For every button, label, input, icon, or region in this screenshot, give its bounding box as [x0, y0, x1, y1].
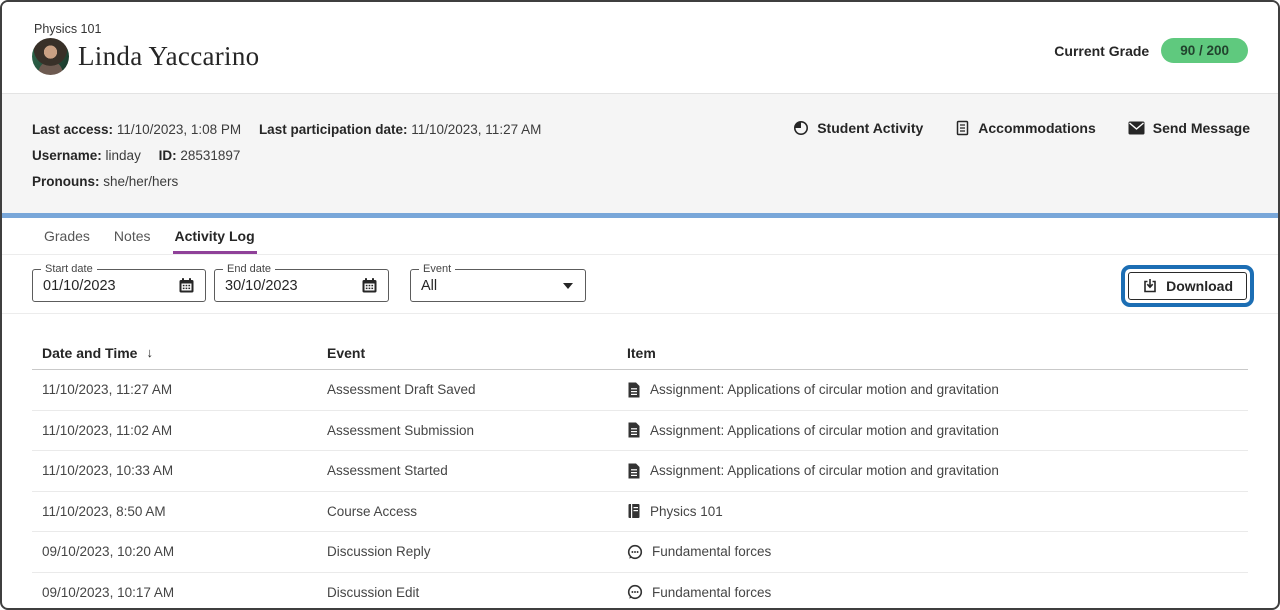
last-access-label: Last access: [32, 122, 113, 137]
row-item-link[interactable]: Fundamental forces [652, 585, 771, 600]
identity-line: Username: linday ID: 28531897 [32, 148, 1278, 163]
row-datetime: 11/10/2023, 10:33 AM [32, 463, 327, 478]
table-row: 09/10/2023, 10:17 AM Discussion Edit Fun… [32, 573, 1248, 609]
student-identity: Linda Yaccarino [32, 38, 259, 75]
current-grade-label: Current Grade [1054, 43, 1149, 59]
row-item-link[interactable]: Fundamental forces [652, 544, 771, 559]
table-row: 11/10/2023, 8:50 AM Course Access Physic… [32, 492, 1248, 533]
chevron-down-icon [563, 283, 575, 289]
column-header-event: Event [327, 345, 627, 361]
row-item-link[interactable]: Assignment: Applications of circular mot… [650, 423, 999, 438]
row-item-link[interactable]: Assignment: Applications of circular mot… [650, 382, 999, 397]
last-access-value: 11/10/2023, 1:08 PM [117, 122, 241, 137]
discussion-icon [627, 584, 643, 600]
avatar [32, 38, 69, 75]
course-name: Physics 101 [34, 22, 101, 36]
grade-badge[interactable]: 90 / 200 [1161, 38, 1248, 63]
tab-grades[interactable]: Grades [42, 218, 92, 254]
last-participation-label: Last participation date: [259, 122, 408, 137]
assignment-icon [627, 382, 641, 398]
download-area: Download [1121, 265, 1254, 307]
row-event: Discussion Reply [327, 544, 627, 559]
student-info-bar: Last access: 11/10/2023, 1:08 PM Last pa… [2, 93, 1278, 213]
student-activity-button[interactable]: Student Activity [793, 120, 923, 136]
start-date-value: 01/10/2023 [43, 278, 116, 294]
tab-notes[interactable]: Notes [112, 218, 153, 254]
page-title: Linda Yaccarino [78, 41, 259, 72]
download-label: Download [1166, 278, 1233, 294]
event-filter-value: All [421, 278, 437, 294]
start-date-field[interactable]: Start date 01/10/2023 [32, 269, 206, 302]
accommodations-label: Accommodations [978, 120, 1095, 136]
filter-bar: Start date 01/10/2023 End date 30/10/202… [2, 256, 1278, 314]
pronouns-line: Pronouns: she/her/hers [32, 174, 1278, 189]
student-profile-window: Physics 101 Linda Yaccarino Current Grad… [0, 0, 1280, 610]
column-header-date[interactable]: Date and Time ↓ [32, 345, 327, 361]
row-datetime: 11/10/2023, 11:02 AM [32, 423, 327, 438]
row-event: Discussion Edit [327, 585, 627, 600]
row-item-link[interactable]: Assignment: Applications of circular mot… [650, 463, 999, 478]
current-grade: Current Grade 90 / 200 [1054, 38, 1248, 63]
send-message-label: Send Message [1153, 120, 1250, 136]
id-value: 28531897 [180, 148, 240, 163]
tab-activity-log[interactable]: Activity Log [173, 218, 257, 254]
event-filter-select[interactable]: Event All [410, 269, 586, 302]
accommodations-icon [955, 120, 970, 136]
download-icon [1142, 278, 1158, 294]
send-message-button[interactable]: Send Message [1128, 120, 1250, 136]
book-icon [627, 503, 641, 519]
row-event: Assessment Draft Saved [327, 382, 627, 397]
tab-bar: Grades Notes Activity Log [2, 218, 1278, 255]
row-datetime: 11/10/2023, 8:50 AM [32, 504, 327, 519]
start-date-label: Start date [41, 263, 97, 275]
column-header-item: Item [627, 345, 1248, 361]
row-datetime: 09/10/2023, 10:17 AM [32, 585, 327, 600]
activity-log-table: Date and Time ↓ Event Item 11/10/2023, 1… [32, 314, 1248, 608]
table-row: 11/10/2023, 11:27 AM Assessment Draft Sa… [32, 370, 1248, 411]
id-label: ID: [159, 148, 177, 163]
calendar-icon[interactable] [178, 277, 195, 294]
pronouns-value: she/her/hers [103, 174, 178, 189]
row-event: Assessment Started [327, 463, 627, 478]
last-participation-value: 11/10/2023, 11:27 AM [411, 122, 541, 137]
profile-actions: Student Activity Accommodations Send Mes… [793, 120, 1250, 136]
table-row: 11/10/2023, 10:33 AM Assessment Started … [32, 451, 1248, 492]
envelope-icon [1128, 121, 1145, 135]
end-date-field[interactable]: End date 30/10/2023 [214, 269, 389, 302]
table-row: 09/10/2023, 10:20 AM Discussion Reply Fu… [32, 532, 1248, 573]
clock-icon [793, 120, 809, 136]
header: Physics 101 Linda Yaccarino Current Grad… [2, 2, 1278, 93]
student-activity-label: Student Activity [817, 120, 923, 136]
username-value: linday [106, 148, 141, 163]
accommodations-button[interactable]: Accommodations [955, 120, 1095, 136]
row-event: Assessment Submission [327, 423, 627, 438]
assignment-icon [627, 463, 641, 479]
student-details: Last access: 11/10/2023, 1:08 PM Last pa… [2, 94, 1278, 189]
pronouns-label: Pronouns: [32, 174, 100, 189]
table-row: 11/10/2023, 11:02 AM Assessment Submissi… [32, 411, 1248, 452]
sort-descending-icon[interactable]: ↓ [146, 345, 153, 360]
row-datetime: 11/10/2023, 11:27 AM [32, 382, 327, 397]
row-item-link[interactable]: Physics 101 [650, 504, 723, 519]
calendar-icon[interactable] [361, 277, 378, 294]
event-filter-label: Event [419, 263, 455, 275]
row-event: Course Access [327, 504, 627, 519]
download-callout-highlight: Download [1121, 265, 1254, 307]
assignment-icon [627, 422, 641, 438]
end-date-value: 30/10/2023 [225, 278, 298, 294]
discussion-icon [627, 544, 643, 560]
row-datetime: 09/10/2023, 10:20 AM [32, 544, 327, 559]
username-label: Username: [32, 148, 102, 163]
table-header-row: Date and Time ↓ Event Item [32, 314, 1248, 370]
download-button[interactable]: Download [1128, 272, 1247, 300]
end-date-label: End date [223, 263, 275, 275]
